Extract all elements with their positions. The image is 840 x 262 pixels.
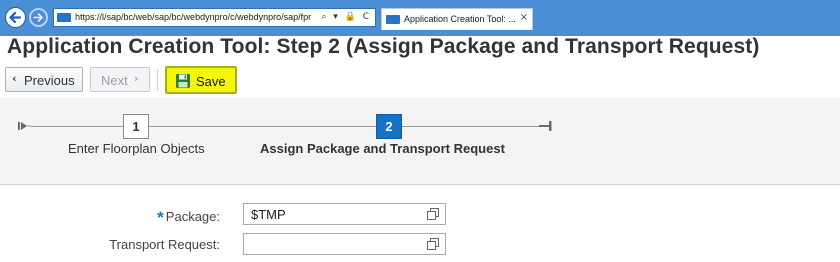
tab-title: Application Creation Tool: ... [404, 14, 516, 24]
package-value: $TMP [251, 207, 286, 222]
roadmap-step-1-label: Enter Floorplan Objects [68, 141, 205, 156]
address-url: https://l/sap/bc/web/sap/bc/webdynpro/c/… [75, 12, 312, 22]
transport-request-label: Transport Request: [109, 237, 220, 252]
required-asterisk: * [157, 208, 164, 227]
floppy-disk-icon [176, 74, 190, 88]
toolbar: ‹ Previous Next › Save [0, 66, 840, 96]
previous-label: Previous [24, 73, 75, 88]
browser-tab[interactable]: Application Creation Tool: ... × [381, 8, 533, 30]
roadmap-start-icon [18, 122, 31, 130]
next-label: Next [101, 73, 128, 88]
package-label: * Package: [157, 206, 220, 227]
transport-request-input[interactable] [243, 233, 446, 255]
chevron-left-icon: ‹ [12, 72, 17, 85]
toolbar-separator [157, 69, 158, 91]
package-input[interactable]: $TMP [243, 203, 446, 225]
value-help-icon[interactable] [427, 238, 439, 250]
sap-favicon-icon [57, 13, 71, 22]
forward-arrow-icon [33, 13, 43, 22]
browser-forward-button[interactable] [29, 8, 48, 27]
previous-button[interactable]: ‹ Previous [5, 67, 83, 92]
roadmap-line [31, 126, 544, 127]
address-bar[interactable]: https://l/sap/bc/web/sap/bc/webdynpro/c/… [53, 8, 376, 27]
roadmap-step-2-label: Assign Package and Transport Request [260, 141, 505, 156]
browser-chrome: https://l/sap/bc/web/sap/bc/webdynpro/c/… [0, 0, 840, 36]
package-label-text: Package: [165, 209, 220, 224]
value-help-icon[interactable] [427, 208, 439, 220]
browser-back-button[interactable] [5, 7, 26, 28]
roadmap-step-2[interactable]: 2 [376, 114, 402, 139]
address-bar-icons[interactable]: ⌕ ▾ 🔒 C [321, 12, 371, 22]
page-title: Application Creation Tool: Step 2 (Assig… [7, 35, 760, 58]
roadmap-step-1[interactable]: 1 [123, 114, 149, 139]
back-arrow-icon [9, 11, 22, 24]
next-button[interactable]: Next › [90, 67, 150, 92]
tab-close-icon[interactable]: × [520, 12, 528, 23]
tab-favicon-icon [386, 15, 400, 24]
save-label: Save [196, 74, 226, 89]
save-button[interactable]: Save [165, 66, 237, 94]
chevron-right-icon: › [134, 72, 139, 85]
roadmap-end-icon [539, 121, 552, 131]
